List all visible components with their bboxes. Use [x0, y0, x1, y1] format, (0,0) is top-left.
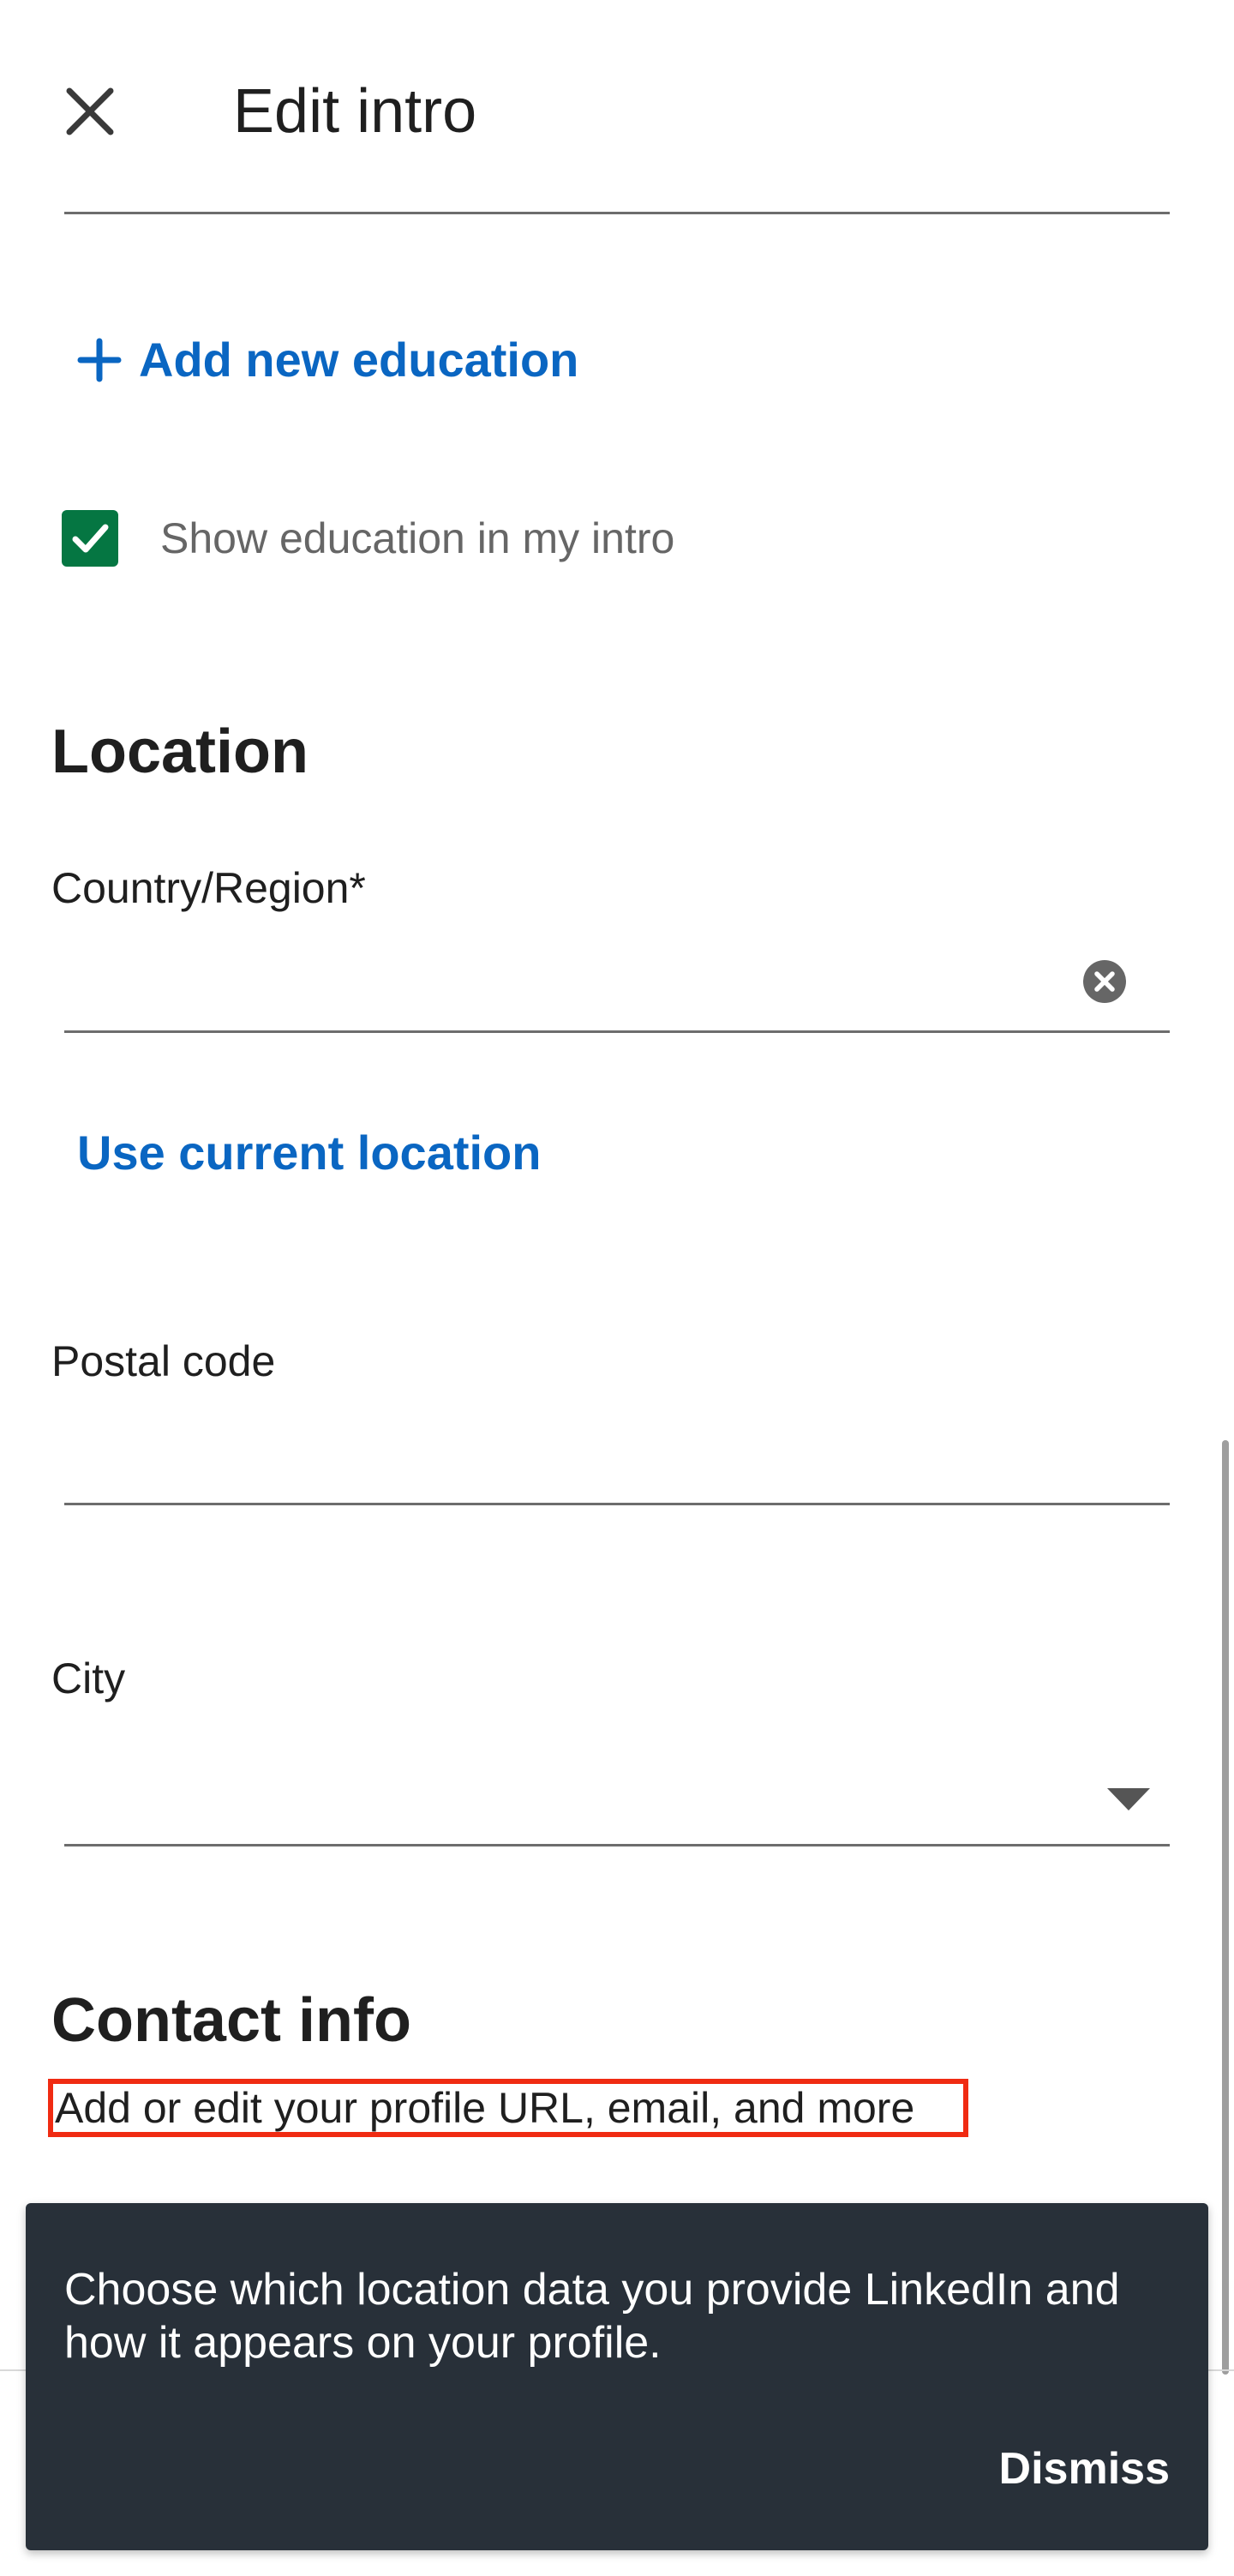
snackbar: Choose which location data you provide L…	[26, 2203, 1208, 2550]
use-current-location-button[interactable]: Use current location	[77, 1123, 541, 1183]
country-region-input[interactable]	[64, 943, 1093, 1020]
city-label: City	[51, 1654, 126, 1702]
add-education-label: Add new education	[139, 333, 579, 387]
country-region-underline	[64, 1030, 1170, 1033]
postal-code-underline	[64, 1503, 1170, 1505]
clear-input-icon[interactable]	[1081, 958, 1128, 1005]
scrollbar[interactable]	[1222, 1440, 1229, 2375]
use-current-location-label: Use current location	[77, 1126, 542, 1180]
contact-info-link[interactable]: Add or edit your profile URL, email, and…	[55, 2079, 914, 2137]
close-button[interactable]	[51, 73, 129, 150]
dismiss-button[interactable]: Dismiss	[999, 2439, 1170, 2499]
divider	[64, 212, 1170, 214]
postal-code-input[interactable]	[64, 1419, 1093, 1496]
contact-info-heading: Contact info	[51, 1986, 411, 2055]
country-region-label: Country/Region*	[51, 864, 366, 912]
add-education-button[interactable]: Add new education	[77, 330, 578, 390]
location-heading: Location	[51, 718, 308, 786]
dropdown-arrow-icon[interactable]	[1105, 1786, 1152, 1812]
checkmark-icon	[72, 524, 109, 553]
city-underline	[64, 1844, 1170, 1846]
plus-icon	[77, 338, 122, 382]
city-dropdown[interactable]	[64, 1757, 1075, 1834]
postal-code-label: Postal code	[51, 1337, 276, 1385]
show-education-label: Show education in my intro	[160, 514, 675, 562]
show-education-checkbox[interactable]	[62, 510, 118, 567]
close-icon	[66, 87, 114, 135]
snackbar-message: Choose which location data you provide L…	[64, 2265, 1120, 2368]
page-title: Edit intro	[233, 77, 477, 146]
